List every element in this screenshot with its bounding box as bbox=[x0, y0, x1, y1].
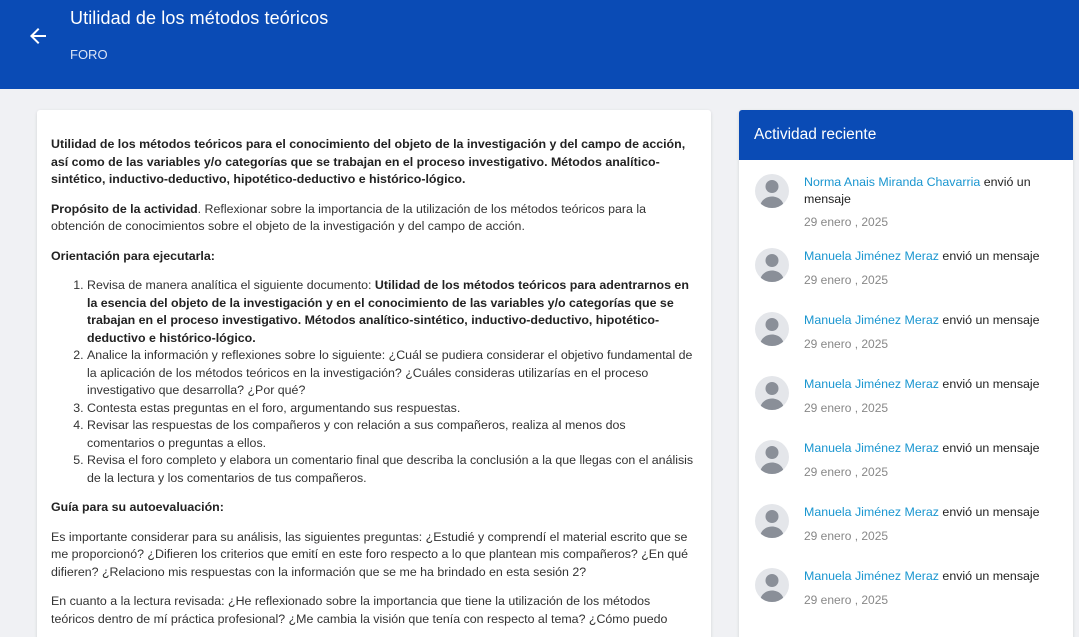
purpose-label: Propósito de la actividad bbox=[51, 201, 198, 216]
purpose-paragraph: Propósito de la actividad. Reflexionar s… bbox=[51, 201, 695, 236]
user-avatar-icon bbox=[755, 174, 789, 208]
step-item: Contesta estas preguntas en el foro, arg… bbox=[87, 400, 695, 418]
user-avatar-icon bbox=[755, 568, 789, 602]
activity-item: Manuela Jiménez Meraz envió un mensaje 29… bbox=[739, 504, 1073, 568]
user-avatar-icon bbox=[755, 504, 789, 538]
step-item: Revisa el foro completo y elabora un com… bbox=[87, 452, 695, 487]
activity-user-link[interactable]: Manuela Jiménez Meraz bbox=[804, 249, 939, 263]
activity-action: envió un mensaje bbox=[938, 313, 1040, 327]
intro-text: Utilidad de los métodos teóricos para el… bbox=[51, 137, 686, 186]
activity-action: envió un mensaje bbox=[938, 441, 1040, 455]
guide-paragraph: Es importante considerar para su análisi… bbox=[51, 529, 689, 579]
activity-user-link[interactable]: Manuela Jiménez Meraz bbox=[804, 313, 939, 327]
activity-item: Manuela Jiménez Meraz envió un mensaje 29… bbox=[739, 376, 1073, 440]
activity-item: Norma Anais Miranda Chavarria envió un m… bbox=[739, 174, 1073, 248]
user-avatar-icon bbox=[755, 376, 789, 410]
activity-action: envió un mensaje bbox=[938, 505, 1040, 519]
user-avatar-icon bbox=[755, 440, 789, 474]
back-button[interactable] bbox=[26, 24, 50, 48]
activity-date: 29 enero , 2025 bbox=[804, 401, 889, 415]
activity-list: Norma Anais Miranda Chavarria envió un m… bbox=[739, 160, 1073, 632]
activity-item: Manuela Jiménez Meraz envió un mensaje 29… bbox=[739, 568, 1073, 632]
activity-user-link[interactable]: Manuela Jiménez Meraz bbox=[804, 505, 939, 519]
activity-action: envió un mensaje bbox=[938, 569, 1040, 583]
step-item: Revisa de manera analítica el siguiente … bbox=[87, 277, 695, 347]
forum-description: Utilidad de los métodos teóricos para el… bbox=[37, 110, 711, 628]
user-avatar-icon bbox=[755, 312, 789, 346]
step-item: Revisar las respuestas de los compañeros… bbox=[87, 417, 695, 452]
activity-date: 29 enero , 2025 bbox=[804, 337, 889, 351]
activity-date: 29 enero , 2025 bbox=[804, 215, 889, 229]
activity-text: Manuela Jiménez Meraz envió un mensaje bbox=[804, 568, 1059, 585]
activity-text: Manuela Jiménez Meraz envió un mensaje bbox=[804, 504, 1059, 521]
activity-text: Manuela Jiménez Meraz envió un mensaje bbox=[804, 312, 1059, 329]
top-bar: Utilidad de los métodos teóricos FORO bbox=[0, 0, 1079, 89]
activity-date: 29 enero , 2025 bbox=[804, 273, 889, 287]
forum-content-card: Utilidad de los métodos teóricos para el… bbox=[37, 110, 711, 637]
step-item: Analice la información y reflexiones sob… bbox=[87, 347, 695, 400]
step-text: Revisa de manera analítica el siguiente … bbox=[87, 278, 375, 292]
activity-item: Manuela Jiménez Meraz envió un mensaje 29… bbox=[739, 248, 1073, 312]
steps-list: Revisa de manera analítica el siguiente … bbox=[87, 277, 695, 487]
activity-user-link[interactable]: Manuela Jiménez Meraz bbox=[804, 441, 939, 455]
intro-paragraph: Utilidad de los métodos teóricos para el… bbox=[51, 136, 695, 189]
activity-date: 29 enero , 2025 bbox=[804, 529, 889, 543]
activity-action: envió un mensaje bbox=[938, 377, 1040, 391]
orientation-heading: Orientación para ejecutarla: bbox=[51, 248, 695, 266]
activity-user-link[interactable]: Norma Anais Miranda Chavarria bbox=[804, 175, 980, 189]
recent-activity-panel: Actividad reciente Norma Anais Miranda C… bbox=[739, 110, 1073, 637]
user-avatar-icon bbox=[755, 248, 789, 282]
activity-item: Manuela Jiménez Meraz envió un mensaje 29… bbox=[739, 312, 1073, 376]
reading-paragraph: En cuanto a la lectura revisada: ¿He ref… bbox=[51, 594, 668, 626]
arrow-left-icon bbox=[30, 28, 46, 44]
activity-date: 29 enero , 2025 bbox=[804, 593, 889, 607]
activity-text: Manuela Jiménez Meraz envió un mensaje bbox=[804, 248, 1059, 265]
page-title: Utilidad de los métodos teóricos bbox=[70, 8, 329, 28]
activity-action: envió un mensaje bbox=[938, 249, 1040, 263]
activity-user-link[interactable]: Manuela Jiménez Meraz bbox=[804, 569, 939, 583]
activity-date: 29 enero , 2025 bbox=[804, 465, 889, 479]
page-subtitle: FORO bbox=[70, 47, 108, 62]
guide-label: Guía para su autoevaluación: bbox=[51, 500, 224, 514]
recent-activity-title: Actividad reciente bbox=[739, 110, 1073, 160]
guide-heading: Guía para su autoevaluación: bbox=[51, 499, 695, 517]
activity-text: Manuela Jiménez Meraz envió un mensaje bbox=[804, 376, 1059, 393]
activity-item: Manuela Jiménez Meraz envió un mensaje 29… bbox=[739, 440, 1073, 504]
activity-user-link[interactable]: Manuela Jiménez Meraz bbox=[804, 377, 939, 391]
activity-text: Manuela Jiménez Meraz envió un mensaje bbox=[804, 440, 1059, 457]
orientation-label: Orientación para ejecutarla: bbox=[51, 248, 215, 263]
activity-text: Norma Anais Miranda Chavarria envió un m… bbox=[804, 174, 1059, 208]
